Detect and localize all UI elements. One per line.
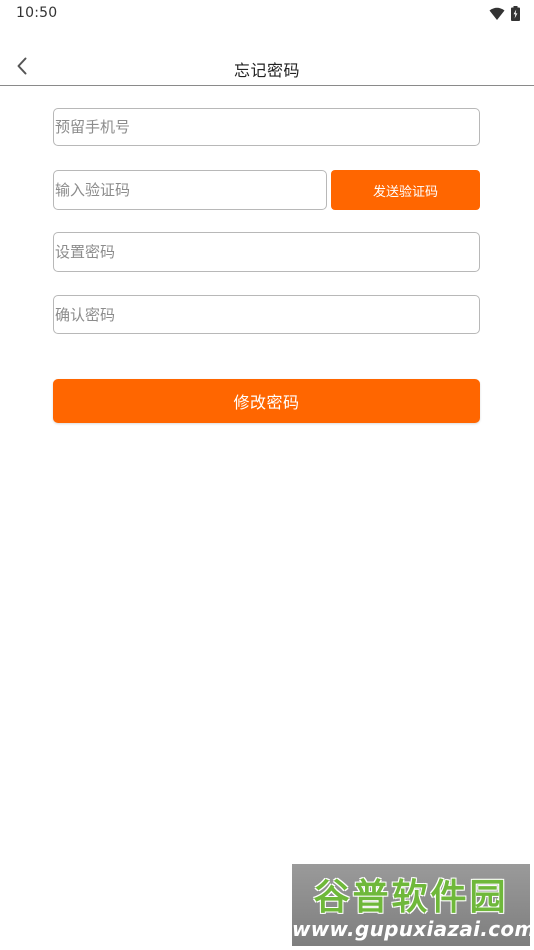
phone-input[interactable] (53, 108, 480, 146)
watermark-logo: 谷普软件园 www.gupuxiazai.com (292, 864, 530, 946)
verification-code-input[interactable] (53, 170, 327, 210)
change-password-button[interactable]: 修改密码 (53, 379, 480, 423)
send-code-button[interactable]: 发送验证码 (331, 170, 480, 210)
battery-icon (511, 6, 520, 25)
status-icons (489, 6, 520, 25)
title-bar: 忘记密码 (0, 48, 534, 86)
wifi-icon (489, 6, 505, 25)
page-title: 忘记密码 (233, 61, 300, 80)
watermark-brand: 谷普软件园 (313, 877, 509, 918)
watermark-url: www.gupuxiazai.com (292, 917, 530, 941)
new-password-input[interactable] (53, 232, 480, 272)
status-bar: 10:50 (0, 0, 534, 28)
status-time: 10:50 (16, 5, 58, 21)
confirm-password-input[interactable] (53, 295, 480, 334)
